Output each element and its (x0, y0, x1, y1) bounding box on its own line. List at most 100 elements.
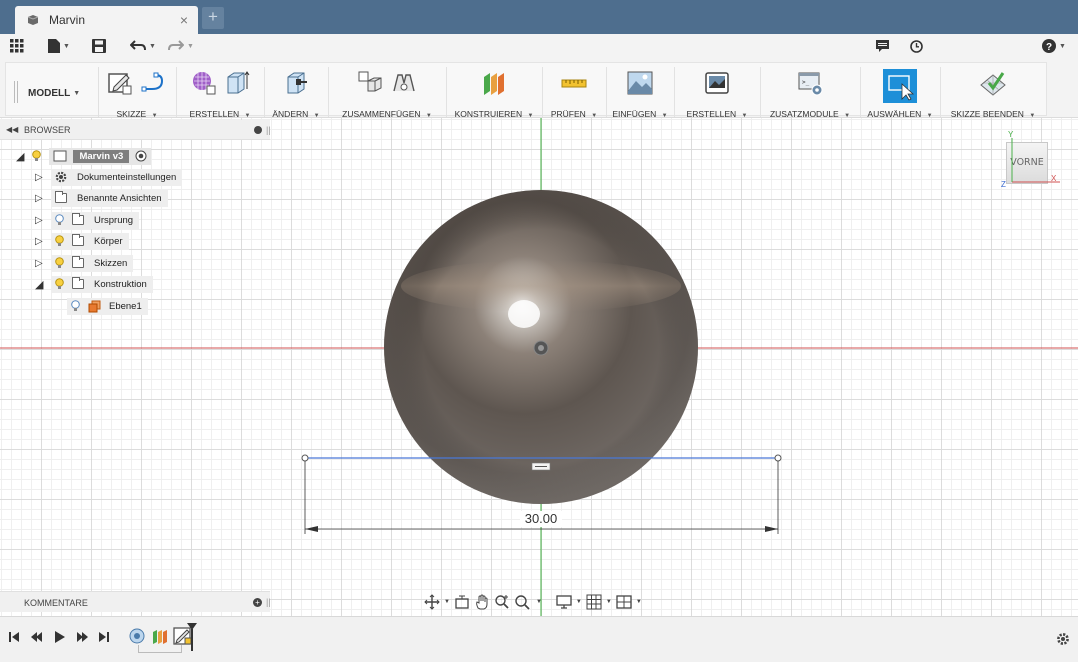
origin-point[interactable] (533, 340, 549, 356)
create-sketch-icon[interactable] (106, 69, 134, 97)
navigation-bar: ▼ ▼ ▼ ▼ ▼ (424, 591, 642, 613)
dimension-value[interactable]: 30.00 (520, 511, 562, 527)
line-tool-icon[interactable] (140, 69, 168, 97)
step-back-icon[interactable] (31, 631, 43, 643)
panel-resize-handle[interactable]: || (266, 597, 271, 607)
expand-triangle-icon[interactable]: ▷ (35, 215, 51, 226)
ribbon-group-erstellen[interactable]: ERSTELLEN ▼ (176, 67, 264, 121)
browser-item-dokumenteinstellungen[interactable]: ▷ Dokumenteinstellungen (35, 168, 183, 186)
expand-triangle-icon[interactable]: ▷ (35, 236, 51, 247)
press-pull-icon[interactable] (282, 69, 310, 97)
activate-radio-icon[interactable] (135, 150, 147, 162)
dimension-arrow-left (305, 526, 318, 532)
new-component-icon[interactable] (356, 69, 384, 97)
step-forward-icon[interactable] (76, 631, 88, 643)
file-menu-button[interactable]: ▼ (48, 37, 70, 55)
ribbon-group-skizze-beenden[interactable]: SKIZZE BEENDEN ▼ (940, 67, 1046, 121)
browser-item-benannte-ansichten[interactable]: ▷ Benannte Ansichten (35, 189, 168, 207)
timeline-settings-gear-icon[interactable] (1056, 632, 1070, 646)
ribbon-group-auswaehlen[interactable]: AUSWÄHLEN ▼ (860, 67, 940, 121)
go-to-start-icon[interactable] (8, 631, 20, 643)
insert-image-icon[interactable] (626, 69, 654, 97)
display-settings-icon[interactable] (556, 594, 572, 610)
sketch-endpoint-right[interactable] (774, 454, 782, 462)
ribbon-grip[interactable] (14, 81, 18, 103)
horizontal-constraint-icon[interactable] (531, 462, 551, 471)
expand-triangle-icon[interactable]: ▷ (35, 193, 51, 204)
extrude-icon[interactable] (223, 69, 251, 97)
viewports-dropdown-icon[interactable]: ▼ (636, 599, 642, 605)
timeline-plane-feature-icon[interactable] (151, 627, 169, 645)
sketch-endpoint-left[interactable] (301, 454, 309, 462)
visibility-bulb-off-icon[interactable] (55, 214, 64, 226)
expand-triangle-icon[interactable]: ▷ (35, 258, 51, 269)
scripts-addins-icon[interactable]: >_ (796, 69, 824, 97)
visibility-bulb-off-icon[interactable] (71, 300, 80, 312)
render-image-icon[interactable] (703, 69, 731, 97)
close-tab-icon[interactable]: × (180, 12, 188, 28)
collapse-triangle-icon[interactable]: ◢ (35, 278, 51, 291)
grid-dropdown-icon[interactable]: ▼ (606, 599, 612, 605)
help-button[interactable]: ? ▼ (1042, 37, 1066, 55)
zoom-icon[interactable] (494, 594, 510, 610)
ribbon-group-aendern[interactable]: ÄNDERN ▼ (264, 67, 328, 121)
visibility-bulb-icon[interactable] (55, 257, 64, 269)
select-icon[interactable] (883, 69, 917, 103)
go-to-end-icon[interactable] (98, 631, 110, 643)
form-sculpt-icon[interactable] (189, 69, 217, 97)
apps-grid-icon[interactable] (10, 37, 24, 55)
timeline-origin-feature-icon[interactable] (128, 627, 146, 645)
ribbon-group-konstruieren[interactable]: KONSTRUIEREN ▼ (446, 67, 542, 121)
visibility-bulb-icon[interactable] (55, 235, 64, 247)
browser-item-skizzen[interactable]: ▷ Skizzen (35, 254, 134, 272)
collapse-panel-icon[interactable]: ◀◀ (6, 125, 18, 134)
browser-root-node[interactable]: ◢ Marvin v3 (16, 147, 152, 165)
panel-resize-handle[interactable]: || (266, 125, 271, 135)
visibility-bulb-icon[interactable] (32, 150, 42, 162)
workspace-switcher[interactable]: MODELL ▼ (28, 81, 100, 105)
folder-icon (72, 256, 84, 268)
comments-panel-header[interactable]: KOMMENTARE + || (0, 591, 271, 612)
zoom-dropdown-icon[interactable]: ▼ (536, 599, 542, 605)
ribbon-group-pruefen[interactable]: PRÜFEN ▼ (542, 67, 606, 121)
browser-panel-header[interactable]: ◀◀ BROWSER || (0, 120, 271, 140)
measure-icon[interactable] (560, 69, 588, 97)
fit-zoom-icon[interactable] (514, 594, 532, 610)
look-at-icon[interactable] (454, 594, 470, 610)
add-comment-icon[interactable]: + (253, 598, 262, 607)
browser-item-koerper[interactable]: ▷ Körper (35, 232, 129, 250)
orbit-dropdown-icon[interactable]: ▼ (444, 599, 450, 605)
orbit-icon[interactable] (424, 594, 440, 610)
viewports-icon[interactable] (616, 594, 632, 610)
new-tab-button[interactable]: + (202, 7, 224, 29)
gear-icon (55, 171, 67, 183)
browser-item-konstruktion[interactable]: ◢ Konstruktion (35, 275, 153, 293)
ribbon-group-zusatzmodule[interactable]: >_ ZUSATZMODULE ▼ (760, 67, 860, 121)
expand-triangle-icon[interactable]: ▷ (35, 172, 51, 183)
ribbon-group-zusammenfuegen[interactable]: ZUSAMMENFÜGEN ▼ (328, 67, 446, 121)
pin-panel-icon[interactable] (254, 126, 262, 134)
ribbon-group-einfuegen[interactable]: EINFÜGEN ▼ (606, 67, 674, 121)
browser-item-ursprung[interactable]: ▷ Ursprung (35, 211, 140, 229)
collapse-triangle-icon[interactable]: ◢ (16, 150, 24, 163)
document-tab[interactable]: Marvin × (15, 6, 198, 34)
undo-button[interactable]: ▼ (130, 37, 156, 55)
redo-button[interactable]: ▼ (168, 37, 194, 55)
finish-sketch-icon[interactable] (978, 69, 1008, 97)
save-icon[interactable] (92, 37, 106, 55)
undo-icon (130, 40, 146, 51)
browser-item-ebene1[interactable]: Ebene1 (67, 297, 148, 315)
offset-plane-icon[interactable] (480, 69, 508, 97)
job-status-icon[interactable] (910, 37, 923, 55)
display-dropdown-icon[interactable]: ▼ (576, 599, 582, 605)
notifications-icon[interactable] (876, 37, 889, 55)
timeline-marker-icon[interactable] (186, 622, 198, 652)
grid-settings-icon[interactable] (586, 594, 602, 610)
ribbon-group-skizze[interactable]: SKIZZE ▼ (98, 67, 176, 121)
ribbon-group-erstellen-2[interactable]: ERSTELLEN ▼ (674, 67, 760, 121)
visibility-bulb-icon[interactable] (55, 278, 64, 290)
document-cube-icon (27, 15, 39, 25)
pan-hand-icon[interactable] (474, 594, 490, 610)
play-icon[interactable] (54, 631, 66, 643)
joint-icon[interactable] (390, 69, 418, 97)
